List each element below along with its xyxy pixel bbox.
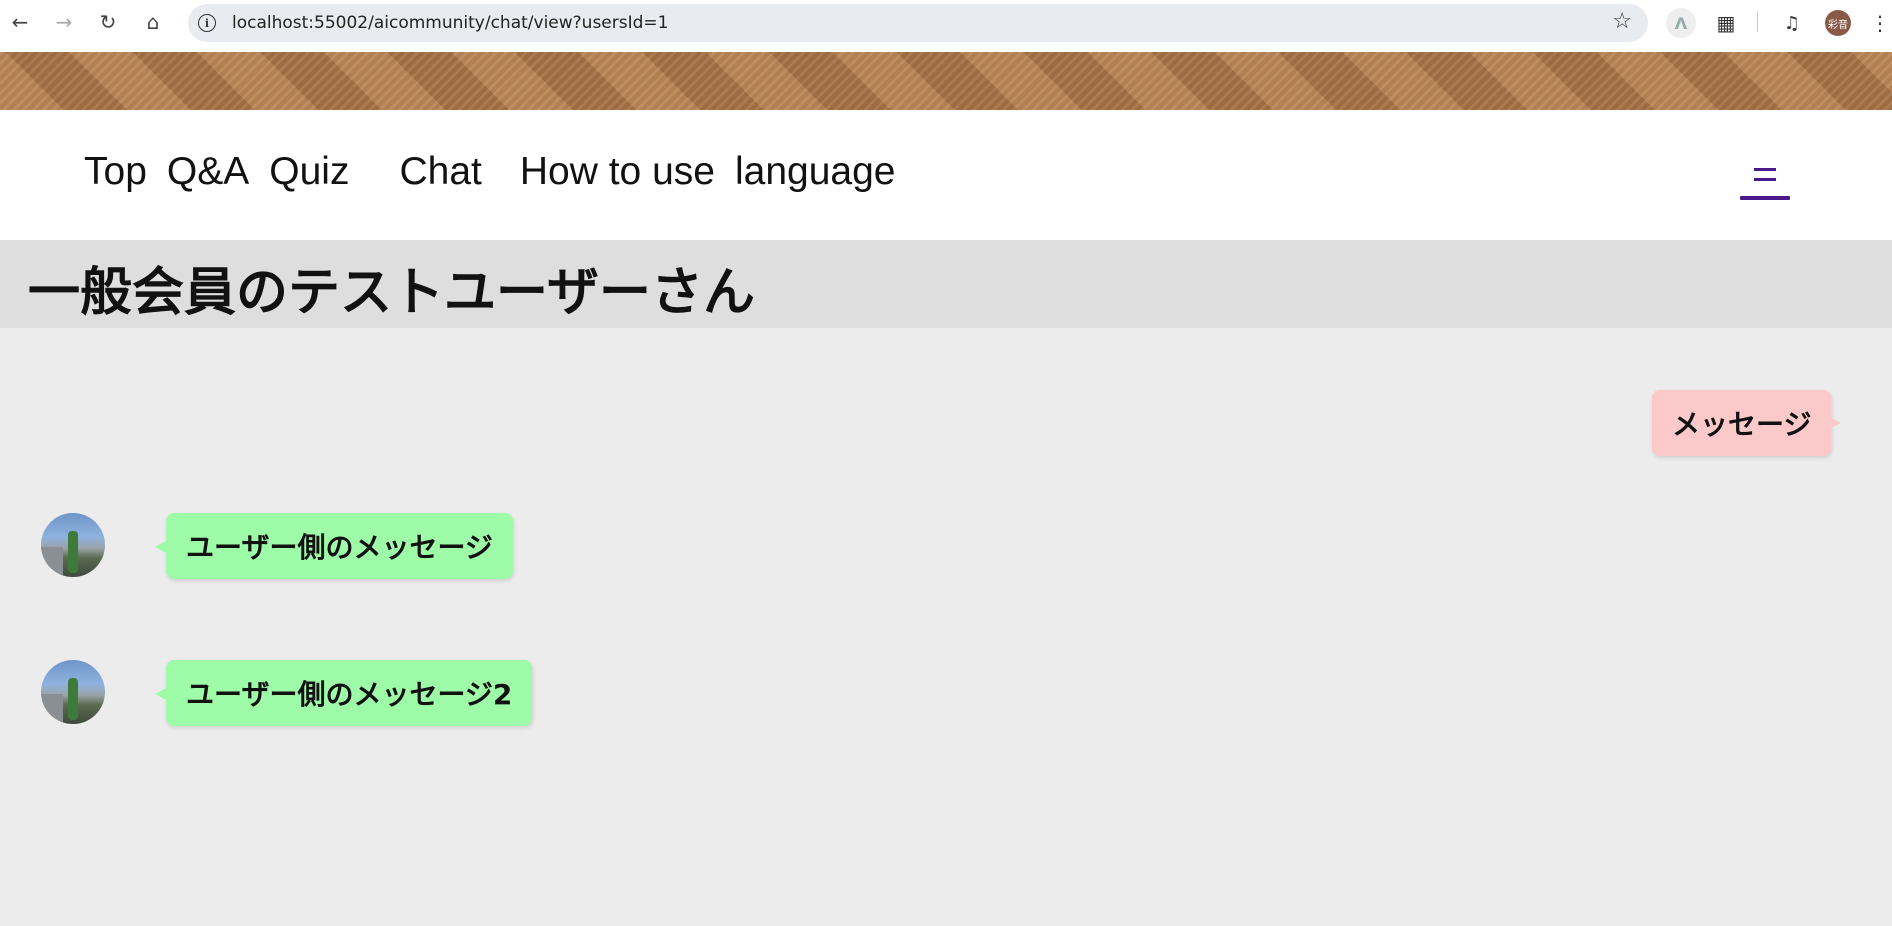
profile-avatar[interactable]: 彩音 bbox=[1825, 10, 1851, 36]
chat-message-theirs: ユーザー側のメッセージ bbox=[155, 513, 513, 579]
hamburger-line bbox=[1754, 168, 1776, 171]
chat-area: メッセージ ユーザー側のメッセージ ユーザー側のメッセージ2 bbox=[0, 328, 1892, 926]
avatar-photo-detail bbox=[68, 531, 78, 573]
site-info-icon[interactable]: i bbox=[198, 14, 216, 32]
nav-link-qa[interactable]: Q&A bbox=[167, 150, 249, 194]
toolbar-divider bbox=[1757, 12, 1758, 32]
browser-toolbar: ← → ↻ ⌂ i localhost:55002/aicommunity/ch… bbox=[0, 0, 1892, 52]
forward-arrow-icon[interactable]: → bbox=[50, 8, 78, 36]
extension-icon[interactable]: Λ bbox=[1666, 8, 1696, 38]
avatar-photo-detail bbox=[41, 547, 63, 577]
media-control-icon[interactable]: ♫ bbox=[1778, 9, 1806, 37]
user-avatar[interactable] bbox=[41, 513, 105, 577]
hamburger-underline bbox=[1740, 196, 1790, 200]
nav-link-top[interactable]: Top bbox=[84, 150, 147, 194]
user-avatar[interactable] bbox=[41, 660, 105, 724]
avatar-photo-detail bbox=[41, 694, 63, 724]
hamburger-line bbox=[1754, 178, 1776, 181]
reload-icon[interactable]: ↻ bbox=[94, 8, 122, 36]
wood-banner bbox=[0, 52, 1892, 110]
chat-message-mine: メッセージ bbox=[1652, 390, 1842, 456]
nav-link-how-to-use[interactable]: How to use bbox=[520, 150, 715, 194]
avatar-photo-detail bbox=[68, 678, 78, 720]
address-bar[interactable]: i localhost:55002/aicommunity/chat/view?… bbox=[188, 4, 1648, 42]
page-title: 一般会員のテストユーザーさん bbox=[28, 263, 755, 323]
back-arrow-icon[interactable]: ← bbox=[6, 8, 34, 36]
bookmark-star-icon[interactable]: ☆ bbox=[1612, 9, 1632, 34]
browser-menu-icon[interactable]: ⋮ bbox=[1870, 9, 1890, 37]
hamburger-menu-icon[interactable] bbox=[1740, 162, 1790, 202]
nav-link-chat[interactable]: Chat bbox=[399, 150, 481, 194]
chat-message-theirs: ユーザー側のメッセージ2 bbox=[154, 660, 533, 726]
extensions-puzzle-icon[interactable]: ▦ bbox=[1713, 9, 1739, 37]
main-nav: Top Q&A Quiz Chat How to use language bbox=[84, 150, 915, 194]
url-text[interactable]: localhost:55002/aicommunity/chat/view?us… bbox=[232, 13, 668, 33]
profile-label: 彩音 bbox=[1828, 19, 1848, 31]
site-header: Top Q&A Quiz Chat How to use language bbox=[0, 110, 1892, 240]
nav-link-language[interactable]: language bbox=[735, 150, 896, 194]
home-icon[interactable]: ⌂ bbox=[139, 8, 167, 36]
chat-title-band: 一般会員のテストユーザーさん bbox=[0, 240, 1892, 328]
nav-link-quiz[interactable]: Quiz bbox=[269, 150, 349, 194]
